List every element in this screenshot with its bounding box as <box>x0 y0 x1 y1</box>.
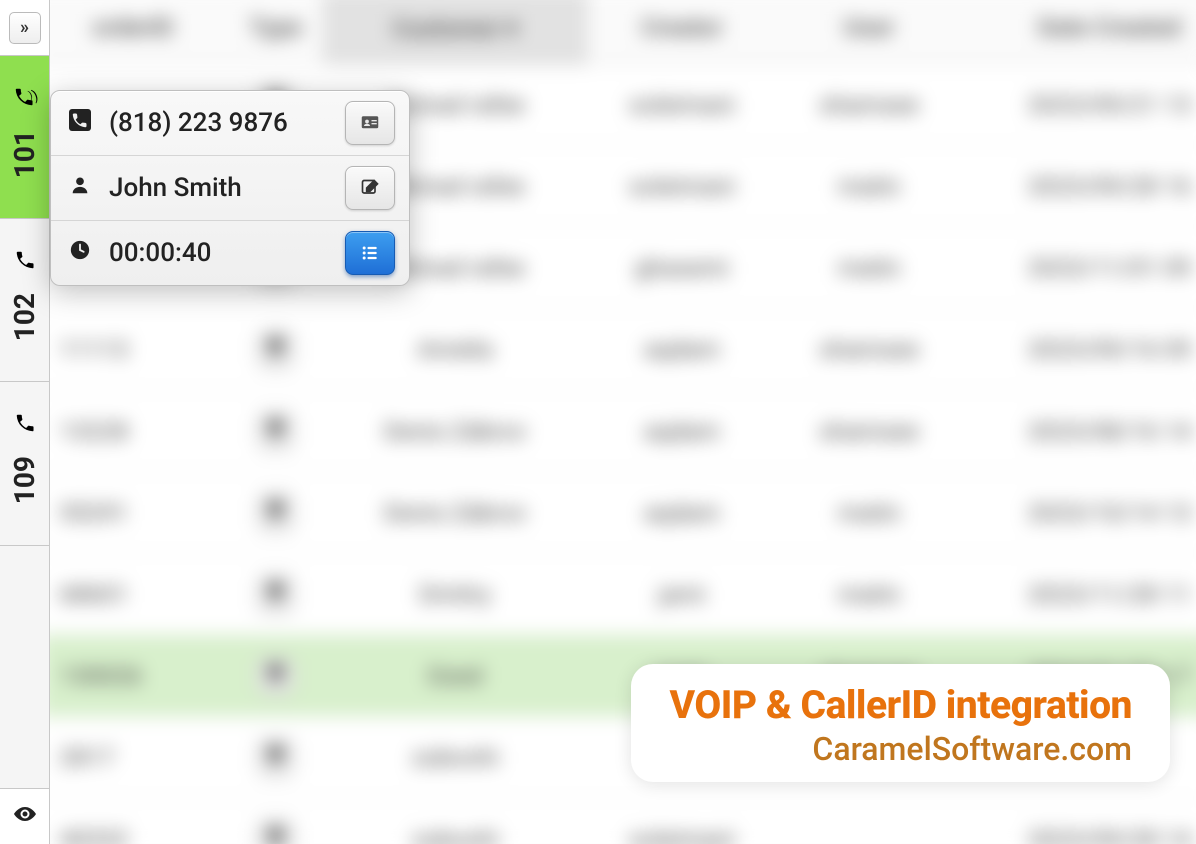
extension-109[interactable]: 109 <box>0 382 49 545</box>
extension-sidebar: » 101 102 109 <box>0 0 50 844</box>
caller-name: John Smith <box>109 173 331 203</box>
chevron-right-icon: » <box>9 12 41 44</box>
extension-101[interactable]: 101 <box>0 56 49 219</box>
call-duration: 00:00:40 <box>109 238 331 268</box>
extension-number: 101 <box>8 130 41 178</box>
contact-card-button[interactable] <box>345 101 395 145</box>
banner-title: VOIP & CallerID integration <box>669 682 1132 728</box>
sidebar-visibility-toggle[interactable] <box>0 788 49 844</box>
sidebar-expand[interactable]: » <box>0 0 49 56</box>
eye-icon <box>13 802 37 832</box>
edit-contact-button[interactable] <box>345 166 395 210</box>
call-history-button[interactable] <box>345 231 395 275</box>
extension-number: 102 <box>8 293 41 341</box>
phone-square-icon <box>65 108 95 138</box>
caller-phone-number: (818) 223 9876 <box>109 108 331 138</box>
person-icon <box>65 174 95 202</box>
phone-icon <box>14 249 36 277</box>
clock-icon <box>65 239 95 267</box>
extension-number: 109 <box>8 456 41 504</box>
phone-icon <box>14 412 36 440</box>
promo-banner: VOIP & CallerID integration CaramelSoftw… <box>631 664 1170 782</box>
banner-site: CaramelSoftware.com <box>669 730 1132 768</box>
phone-icon <box>9 86 39 114</box>
extension-102[interactable]: 102 <box>0 219 49 382</box>
active-call-popup: (818) 223 9876 John Smith 00:00:40 <box>50 90 410 286</box>
